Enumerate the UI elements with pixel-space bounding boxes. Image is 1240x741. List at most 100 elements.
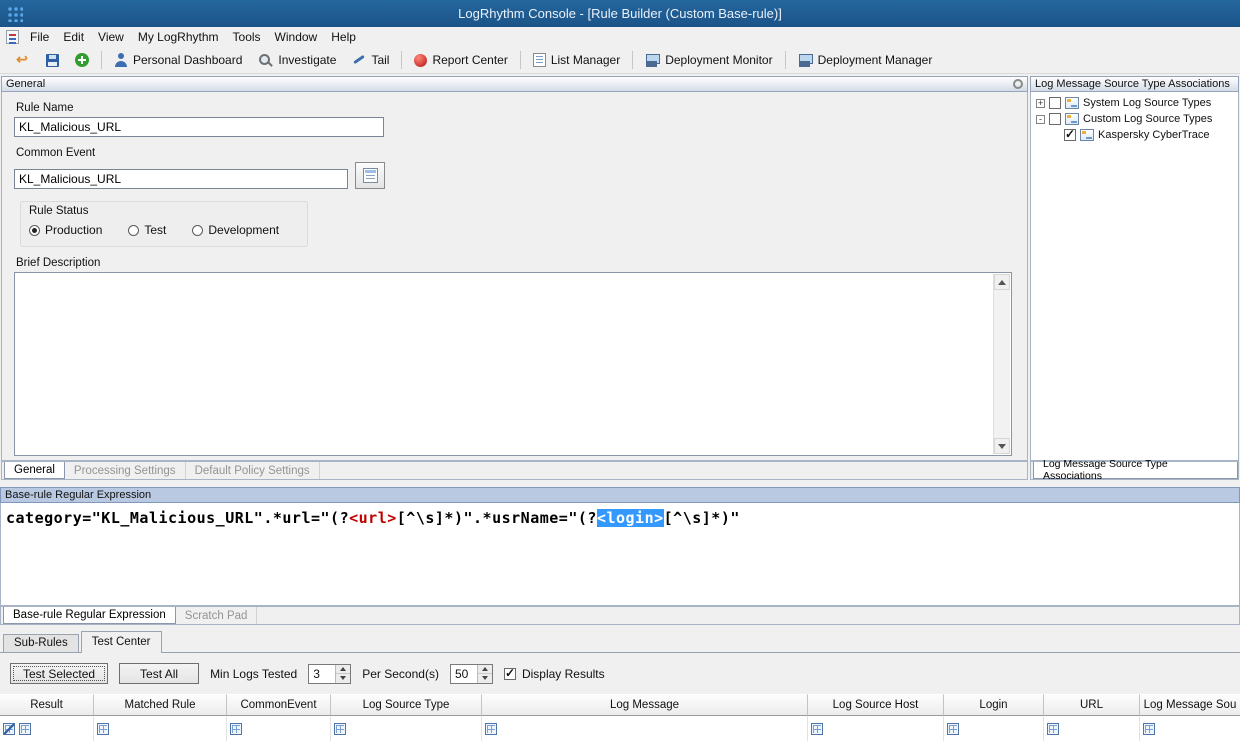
tab-general[interactable]: General bbox=[4, 462, 65, 479]
general-panel-body: Rule Name Common Event Rule Status Produ… bbox=[1, 92, 1028, 461]
edit-filter-icon[interactable] bbox=[3, 723, 15, 735]
radio-production[interactable]: Production bbox=[29, 223, 102, 237]
filter-icon[interactable] bbox=[334, 723, 346, 735]
logrhythm-console-window: LogRhythm Console - [Rule Builder (Custo… bbox=[0, 0, 1240, 741]
menu-item-tools[interactable]: Tools bbox=[226, 28, 268, 46]
column-header-log-message[interactable]: Log Message bbox=[482, 694, 808, 716]
pin-icon[interactable] bbox=[1013, 79, 1023, 89]
filter-cell bbox=[227, 716, 331, 741]
triangle-down-icon bbox=[340, 676, 346, 680]
report-center-button[interactable]: Report Center bbox=[406, 49, 515, 71]
regex-tab-strip: Base-rule Regular Expression Scratch Pad bbox=[0, 606, 1240, 625]
min-logs-value[interactable]: 3 bbox=[309, 665, 335, 683]
column-header-log-source-host[interactable]: Log Source Host bbox=[808, 694, 944, 716]
radio-icon bbox=[192, 225, 203, 236]
tab-sub-rules[interactable]: Sub-Rules bbox=[3, 634, 79, 652]
menu-item-help[interactable]: Help bbox=[324, 28, 363, 46]
menu-item-file[interactable]: File bbox=[23, 28, 56, 46]
undo-button[interactable] bbox=[6, 48, 38, 72]
menu-item-edit[interactable]: Edit bbox=[56, 28, 91, 46]
spinner-down-button[interactable] bbox=[336, 674, 350, 683]
tree-item-kaspersky-cybertrace[interactable]: Kaspersky CyberTrace bbox=[1031, 127, 1238, 143]
collapse-icon[interactable] bbox=[1036, 115, 1045, 124]
filter-icon[interactable] bbox=[485, 723, 497, 735]
toolbar-separator bbox=[632, 51, 633, 69]
filter-cell bbox=[1044, 716, 1140, 741]
vertical-scrollbar[interactable] bbox=[993, 274, 1010, 454]
filter-icon[interactable] bbox=[19, 723, 31, 735]
list-manager-label: List Manager bbox=[551, 53, 620, 67]
menu-item-my-logrhythm[interactable]: My LogRhythm bbox=[131, 28, 226, 46]
checkbox[interactable] bbox=[1049, 113, 1061, 125]
tail-label: Tail bbox=[371, 53, 389, 67]
min-logs-spinner[interactable]: 3 bbox=[308, 664, 351, 684]
column-header-common-event[interactable]: CommonEvent bbox=[227, 694, 331, 716]
tail-button[interactable]: Tail bbox=[344, 49, 397, 71]
toolbar-separator bbox=[401, 51, 402, 69]
filter-icon[interactable] bbox=[97, 723, 109, 735]
associations-panel: Log Message Source Type Associations Sys… bbox=[1030, 76, 1239, 480]
brief-description-textarea[interactable] bbox=[14, 272, 1012, 456]
deployment-monitor-button[interactable]: Deployment Monitor bbox=[637, 49, 780, 71]
rule-name-input[interactable] bbox=[14, 117, 384, 137]
investigate-button[interactable]: Investigate bbox=[250, 49, 344, 72]
column-header-login[interactable]: Login bbox=[944, 694, 1044, 716]
spinner-up-button[interactable] bbox=[478, 665, 492, 675]
checkbox-checked[interactable] bbox=[1064, 129, 1076, 141]
tab-log-message-source-type-associations[interactable]: Log Message Source Type Associations bbox=[1033, 462, 1238, 479]
menu-item-view[interactable]: View bbox=[91, 28, 131, 46]
spinner-up-button[interactable] bbox=[336, 665, 350, 675]
tab-scratch-pad[interactable]: Scratch Pad bbox=[176, 607, 258, 624]
spinner-down-button[interactable] bbox=[478, 674, 492, 683]
per-second-spinner[interactable]: 50 bbox=[450, 664, 493, 684]
display-results-option[interactable]: Display Results bbox=[504, 667, 605, 681]
tree-item-custom-log-source-types[interactable]: Custom Log Source Types bbox=[1031, 111, 1238, 127]
per-seconds-label: Per Second(s) bbox=[362, 667, 439, 681]
filter-icon[interactable] bbox=[811, 723, 823, 735]
column-header-url[interactable]: URL bbox=[1044, 694, 1140, 716]
deployment-manager-button[interactable]: Deployment Manager bbox=[790, 49, 941, 71]
filter-icon[interactable] bbox=[947, 723, 959, 735]
log-source-type-icon bbox=[1080, 129, 1094, 141]
filter-cell bbox=[331, 716, 482, 741]
tree-item-system-log-source-types[interactable]: System Log Source Types bbox=[1031, 95, 1238, 111]
radio-test[interactable]: Test bbox=[128, 223, 166, 237]
investigate-label: Investigate bbox=[278, 53, 336, 67]
menu-item-window[interactable]: Window bbox=[268, 28, 325, 46]
scroll-down-button[interactable] bbox=[994, 438, 1010, 454]
per-second-value[interactable]: 50 bbox=[451, 665, 477, 683]
test-all-button[interactable]: Test All bbox=[119, 663, 199, 684]
regex-section: Base-rule Regular Expression category="K… bbox=[0, 487, 1240, 625]
monitor-gear-icon bbox=[798, 54, 813, 67]
checkbox[interactable] bbox=[1049, 97, 1061, 109]
brief-description-label: Brief Description bbox=[16, 257, 1027, 269]
scroll-up-button[interactable] bbox=[994, 274, 1010, 290]
tab-base-rule-regular-expression[interactable]: Base-rule Regular Expression bbox=[3, 607, 176, 624]
radio-icon bbox=[128, 225, 139, 236]
common-event-browse-button[interactable] bbox=[355, 162, 385, 189]
magnifier-icon bbox=[258, 53, 273, 68]
column-header-log-message-source[interactable]: Log Message Sou bbox=[1140, 694, 1240, 716]
rule-builder-tab-strip: Sub-Rules Test Center bbox=[0, 629, 1240, 653]
expand-icon[interactable] bbox=[1036, 99, 1045, 108]
tab-processing-settings[interactable]: Processing Settings bbox=[65, 462, 186, 479]
filter-icon[interactable] bbox=[1047, 723, 1059, 735]
radio-development[interactable]: Development bbox=[192, 223, 279, 237]
list-manager-button[interactable]: List Manager bbox=[525, 49, 628, 71]
regex-editor[interactable]: category="KL_Malicious_URL".*url="(?<url… bbox=[0, 503, 1240, 606]
tab-default-policy-settings[interactable]: Default Policy Settings bbox=[186, 462, 320, 479]
column-header-log-source-type[interactable]: Log Source Type bbox=[331, 694, 482, 716]
test-selected-button[interactable]: Test Selected bbox=[10, 663, 108, 684]
filter-icon[interactable] bbox=[1143, 723, 1155, 735]
personal-dashboard-button[interactable]: Personal Dashboard bbox=[106, 49, 250, 71]
column-header-result[interactable]: Result bbox=[0, 694, 94, 716]
filter-cell bbox=[0, 716, 94, 741]
form-icon bbox=[363, 168, 378, 183]
display-results-checkbox[interactable] bbox=[504, 668, 516, 680]
column-header-matched-rule[interactable]: Matched Rule bbox=[94, 694, 227, 716]
save-button[interactable] bbox=[38, 50, 67, 71]
filter-icon[interactable] bbox=[230, 723, 242, 735]
common-event-input[interactable] bbox=[14, 169, 348, 189]
tab-test-center[interactable]: Test Center bbox=[81, 631, 162, 653]
new-item-button[interactable] bbox=[67, 49, 97, 71]
